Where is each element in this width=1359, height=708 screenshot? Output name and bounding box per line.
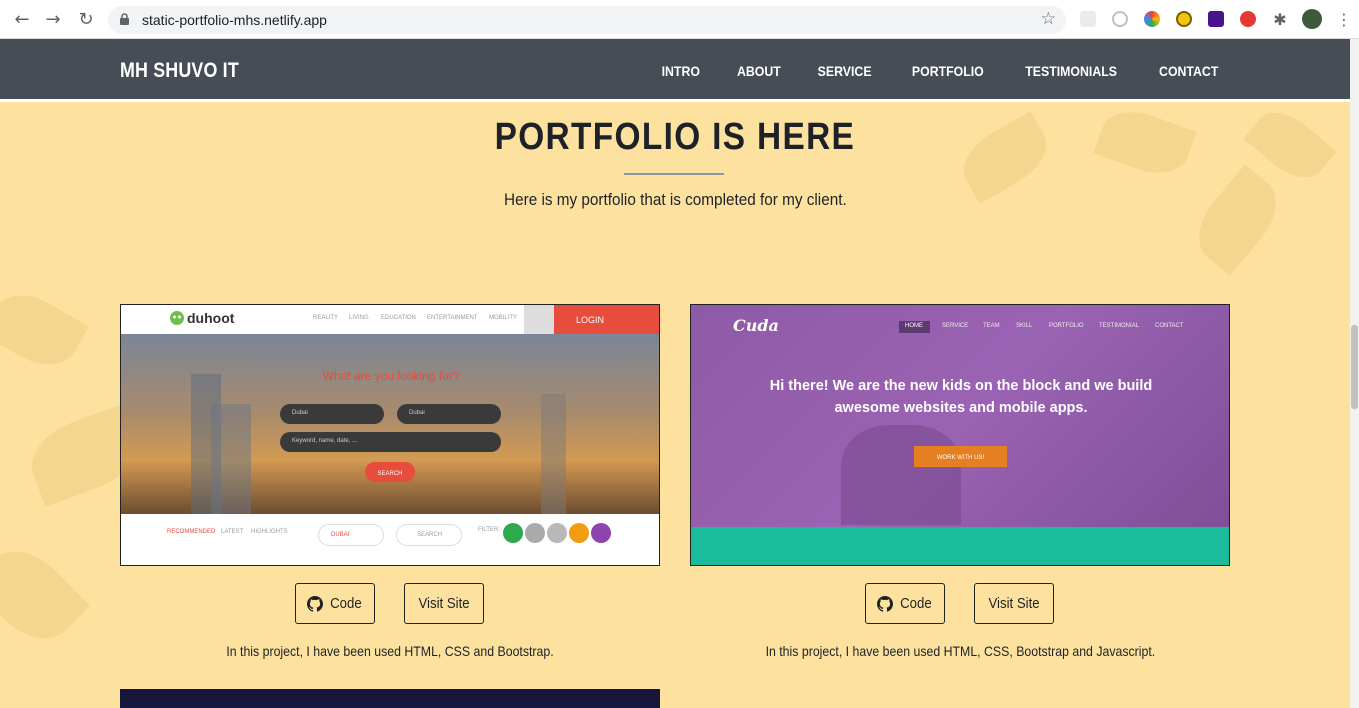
preview-menu-item: TEAM <box>983 323 1000 329</box>
github-icon <box>306 595 323 612</box>
preview-filter-label: FILTER: <box>478 527 500 533</box>
url-text: static-portfolio-mhs.netlify.app <box>142 12 327 28</box>
preview-menu-item: CONTACT <box>1155 323 1184 329</box>
visit-site-label: Visit Site <box>988 595 1040 612</box>
site-brand[interactable]: MH SHUVO IT <box>120 59 239 83</box>
preview-hero: What are you looking for? Dubai Dubai Ke… <box>121 334 659 514</box>
extension-icon[interactable] <box>1176 11 1192 27</box>
preview-menu-item: HOME <box>905 323 923 329</box>
nav-link-contact[interactable]: CONTACT <box>1159 63 1218 79</box>
preview-menu-item: TESTIMONIAL <box>1099 323 1140 329</box>
code-button[interactable]: Code <box>295 583 375 624</box>
site-navbar: MH SHUVO IT INTRO ABOUT SERVICE PORTFOLI… <box>0 39 1350 102</box>
github-icon <box>876 595 893 612</box>
preview-city-select: DUBAI <box>318 524 384 546</box>
extension-icon[interactable] <box>1208 11 1224 27</box>
decorative-leaf <box>1183 164 1292 276</box>
project-preview-next <box>120 689 660 708</box>
code-button-label: Code <box>329 595 362 612</box>
duhoot-logo: duhoot <box>187 310 235 326</box>
nav-link-testimonials[interactable]: TESTIMONIALS <box>1026 63 1118 79</box>
nav-link-service[interactable]: SERVICE <box>818 63 872 79</box>
address-bar[interactable]: static-portfolio-mhs.netlify.app ☆ <box>108 6 1066 34</box>
blurred-building <box>541 394 566 514</box>
project-preview-duhoot: duhoot REALITY LIVING EDUCATION ENTERTAI… <box>120 304 660 566</box>
preview-menu-item: PORTFOLIO <box>1049 323 1084 329</box>
blurred-people <box>841 425 961 525</box>
preview-menu-item: EDUCATION <box>381 315 416 321</box>
reload-icon[interactable]: ↻ <box>76 10 96 30</box>
preview-hero: Cuda HOME SERVICE TEAM SKILL PORTFOLIO T… <box>691 305 1229 527</box>
decorative-leaf <box>0 534 91 656</box>
section-subtitle: Here is my portfolio that is completed f… <box>503 190 847 209</box>
preview-header: duhoot REALITY LIVING EDUCATION ENTERTAI… <box>121 305 659 334</box>
preview-menu-item: LIVING <box>349 315 369 321</box>
code-button[interactable]: Code <box>865 583 945 624</box>
forward-icon[interactable]: → <box>43 10 63 30</box>
bus-icon <box>591 523 611 543</box>
preview-footer: RECOMMENDED LATEST HIGHLIGHTS DUBAI SEAR… <box>121 514 659 565</box>
preview-headline: Hi there! We are the new kids on the blo… <box>769 378 1153 416</box>
lock-icon <box>120 13 129 25</box>
preview-menu-item: ENTERTAINMENT <box>427 315 478 321</box>
preview-headline: What are you looking for? <box>322 369 460 383</box>
preview-search-field: Keyword, name, date, ... <box>280 432 501 452</box>
nav-link-intro[interactable]: INTRO <box>662 63 700 79</box>
avatar[interactable] <box>1302 9 1322 29</box>
blurred-building <box>211 404 251 514</box>
project-description: In this project, I have been used HTML, … <box>226 643 554 659</box>
extension-icon[interactable] <box>1112 11 1128 27</box>
visit-site-button[interactable]: Visit Site <box>974 583 1054 624</box>
back-icon[interactable]: ← <box>12 10 32 30</box>
nav-link-about[interactable]: ABOUT <box>737 63 781 79</box>
preview-search-icon <box>524 305 554 334</box>
page-scrollbar[interactable] <box>1350 39 1359 708</box>
section-title: PORTFOLIO IS HERE <box>494 116 856 158</box>
preview-login: LOGIN <box>554 305 659 334</box>
project-description: In this project, I have been used HTML, … <box>765 643 1155 659</box>
extension-icon[interactable] <box>1080 11 1096 27</box>
food-icon <box>547 523 567 543</box>
preview-tab: RECOMMENDED <box>167 529 216 535</box>
preview-menu-item: SKILL <box>1016 323 1033 329</box>
preview-cta: WORK WITH US! <box>914 446 1007 467</box>
preview-mini-search: SEARCH <box>396 524 462 546</box>
decorative-leaf <box>0 281 89 379</box>
project-preview-cuda: Cuda HOME SERVICE TEAM SKILL PORTFOLIO T… <box>690 304 1230 566</box>
preview-menu-item: SERVICE <box>942 323 969 329</box>
extension-icon[interactable] <box>1240 11 1256 27</box>
preview-tab: HIGHLIGHTS <box>251 529 288 535</box>
preview-select: Dubai <box>397 404 501 424</box>
people-icon <box>525 523 545 543</box>
nav-link-portfolio[interactable]: PORTFOLIO <box>912 63 984 79</box>
preview-search-button: SEARCH <box>365 462 415 482</box>
preview-select: Dubai <box>280 404 384 424</box>
home-icon <box>503 523 523 543</box>
duhoot-logo-icon <box>170 311 184 325</box>
preview-teal-band <box>691 527 1229 565</box>
code-button-label: Code <box>899 595 932 612</box>
nav-links: INTRO ABOUT SERVICE PORTFOLIO TESTIMONIA… <box>659 63 1222 79</box>
menu-kebab-icon[interactable]: ⋮ <box>1334 10 1354 30</box>
scrollbar-thumb[interactable] <box>1351 325 1358 409</box>
bookmark-star-icon[interactable]: ☆ <box>1041 9 1056 29</box>
title-divider <box>624 173 724 175</box>
preview-menu-item: MOBILITY <box>489 315 518 321</box>
preview-menu-item: REALITY <box>313 315 339 321</box>
cuda-logo: Cuda <box>733 316 779 335</box>
visit-site-label: Visit Site <box>418 595 470 612</box>
extension-icon[interactable] <box>1144 11 1160 27</box>
visit-site-button[interactable]: Visit Site <box>404 583 484 624</box>
music-icon <box>569 523 589 543</box>
browser-toolbar: ← → ↻ static-portfolio-mhs.netlify.app ☆… <box>0 0 1359 39</box>
preview-tab: LATEST <box>221 529 244 535</box>
extensions-icon[interactable]: ✱ <box>1270 10 1290 30</box>
